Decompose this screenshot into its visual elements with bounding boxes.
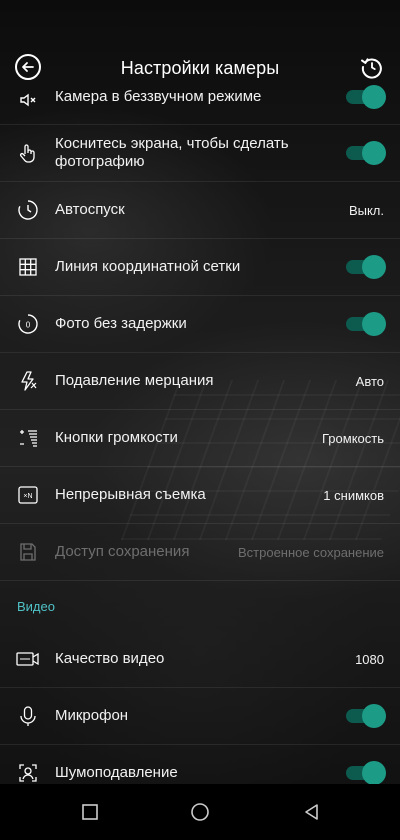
setting-anti-flicker[interactable]: Подавление мерцания Авто [0, 353, 400, 410]
setting-label: Подавление мерцания [55, 372, 214, 389]
section-title: Видео [17, 598, 55, 614]
microphone-icon [16, 704, 40, 728]
setting-value: 1080 [355, 651, 384, 667]
setting-volume-keys[interactable]: Кнопки громкости Громкость [0, 410, 400, 467]
reset-icon [361, 58, 382, 79]
microphone-toggle[interactable] [346, 704, 386, 728]
volume-keys-icon [16, 426, 40, 450]
setting-silent-mode[interactable]: Камера в беззвучном режиме [0, 85, 400, 125]
setting-grid-lines[interactable]: Линия координатной сетки [0, 239, 400, 296]
circle-icon [191, 803, 209, 821]
setting-label: Автоспуск [55, 201, 125, 218]
svg-text:0: 0 [26, 321, 31, 330]
square-icon [82, 804, 98, 820]
setting-microphone[interactable]: Микрофон [0, 688, 400, 745]
setting-label: Фото без задержки [55, 315, 187, 332]
setting-label: Доступ сохранения [55, 543, 190, 560]
setting-burst[interactable]: ×N Непрерывная съемка 1 снимков [0, 467, 400, 524]
hand-touch-icon [16, 141, 40, 165]
video-quality-icon [16, 647, 40, 671]
setting-timer[interactable]: Автоспуск Выкл. [0, 182, 400, 239]
grid-lines-toggle[interactable] [346, 255, 386, 279]
setting-zero-lag[interactable]: 0 Фото без задержки [0, 296, 400, 353]
setting-label: Шумоподавление [55, 764, 178, 781]
silent-mode-toggle[interactable] [346, 85, 386, 109]
setting-storage: Доступ сохранения Встроенное сохранение [0, 524, 400, 581]
back-nav-button[interactable] [302, 802, 322, 822]
camera-settings-screen: Настройки камеры Камера в беззвучном реж… [0, 0, 400, 840]
noise-reduction-toggle[interactable] [346, 761, 386, 785]
setting-value: Выкл. [348, 202, 384, 218]
reset-button[interactable] [359, 54, 385, 80]
setting-label: Камера в беззвучном режиме [55, 88, 262, 105]
setting-label: Качество видео [55, 650, 165, 667]
settings-list: Камера в беззвучном режиме Коснитесь экр… [0, 85, 400, 801]
setting-value: 1 снимков [323, 487, 384, 503]
zero-lag-toggle[interactable] [346, 312, 386, 336]
grid-icon [16, 255, 40, 279]
zero-lag-icon: 0 [16, 312, 40, 336]
setting-touch-capture[interactable]: Коснитесь экрана, чтобы сделать фотограф… [0, 125, 400, 182]
setting-value: Громкость [322, 430, 384, 446]
section-video-header: Видео [0, 581, 400, 631]
setting-label: Непрерывная съемка [55, 486, 206, 503]
setting-label: Микрофон [55, 707, 129, 724]
save-icon [16, 540, 40, 564]
noise-reduction-icon [16, 761, 40, 785]
flicker-icon [16, 369, 40, 393]
mute-speaker-icon [16, 88, 40, 112]
setting-value: Авто [355, 373, 384, 389]
page-title: Настройки камеры [120, 57, 280, 78]
setting-label: Линия координатной сетки [55, 258, 241, 275]
touch-capture-toggle[interactable] [346, 141, 386, 165]
triangle-back-icon [305, 804, 318, 820]
system-nav-bar [0, 784, 400, 840]
setting-label: Коснитесь экрана, чтобы сделать фотограф… [55, 135, 289, 170]
setting-label: Кнопки громкости [55, 429, 178, 446]
svg-text:×N: ×N [23, 493, 32, 500]
setting-value: Встроенное сохранение [237, 544, 384, 560]
back-button[interactable] [15, 54, 41, 80]
burst-icon: ×N [16, 483, 40, 507]
recents-button[interactable] [80, 802, 100, 822]
timer-icon [16, 198, 40, 222]
setting-video-quality[interactable]: Качество видео 1080 [0, 631, 400, 688]
back-arrow-icon [22, 62, 34, 72]
home-button[interactable] [190, 802, 210, 822]
